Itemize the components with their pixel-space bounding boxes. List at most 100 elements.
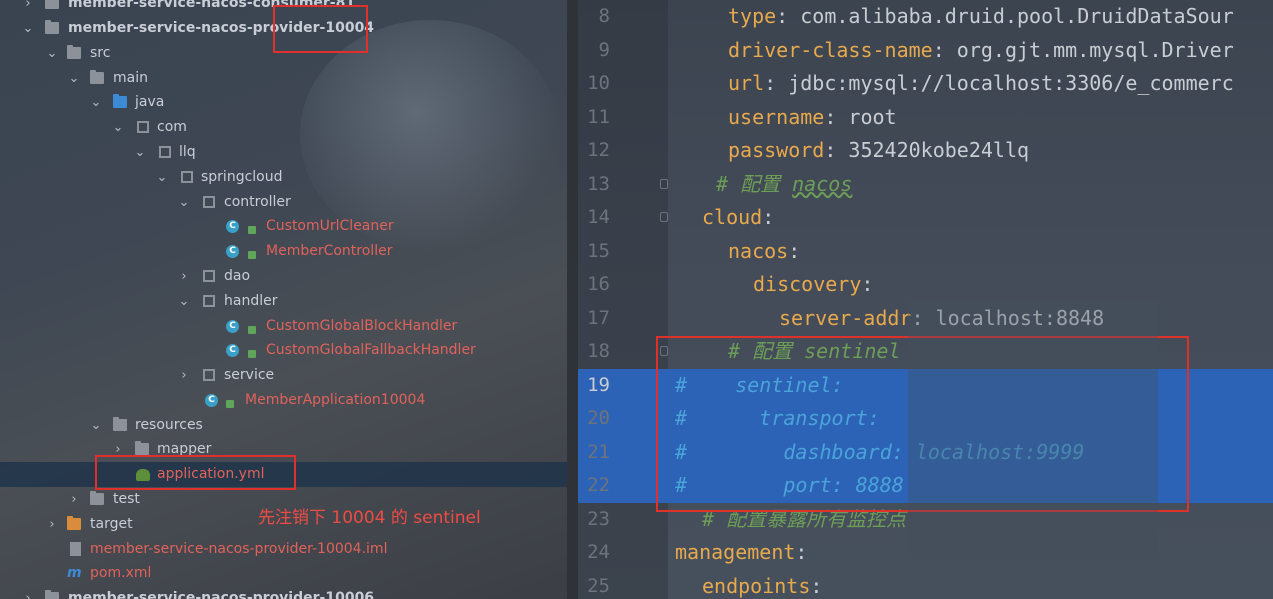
chevron-down-icon[interactable]: ⌄	[90, 90, 102, 115]
yaml-value: com.alibaba.druid.pool.DruidDataSour	[800, 4, 1234, 28]
pane-splitter[interactable]	[567, 0, 578, 599]
tree-item-label: service	[224, 367, 275, 383]
yaml-key: endpoints	[702, 573, 811, 598]
editor-line[interactable]: 8 type: com.alibaba.druid.pool.DruidData…	[578, 0, 1273, 34]
module-folder-icon	[45, 0, 59, 9]
tree-item-java[interactable]: ⌄ java	[0, 90, 578, 115]
package-icon	[203, 295, 215, 307]
tree-item-label: member-service-nacos-provider-10006	[68, 590, 375, 599]
chevron-down-icon[interactable]: ⌄	[134, 140, 146, 165]
yaml-key: driver-class-name	[728, 37, 933, 62]
line-number: 17	[587, 306, 610, 329]
tree-item-label: member-service-nacos-provider-10004.iml	[90, 541, 388, 557]
line-number: 13	[587, 172, 610, 195]
chevron-down-icon[interactable]: ⌄	[178, 190, 190, 215]
tree-item-pom-xml[interactable]: m pom.xml	[0, 561, 578, 586]
java-class-icon: C	[226, 320, 239, 333]
yaml-value: jdbc:mysql://localhost:3306/e_commerc	[788, 71, 1234, 95]
editor-line[interactable]: 12 password: 352420kobe24llq	[578, 134, 1273, 168]
line-number: 21	[587, 440, 610, 463]
line-number: 8	[598, 5, 610, 27]
tree-item-memberapplication10004[interactable]: C MemberApplication10004	[0, 388, 578, 413]
yaml-key: management	[675, 540, 796, 564]
tree-item-label: CustomUrlCleaner	[266, 218, 394, 234]
resources-folder-icon	[113, 417, 127, 431]
folder-icon	[67, 45, 81, 59]
module-folder-icon	[45, 20, 59, 34]
editor-line[interactable]: 24 management:	[578, 536, 1273, 570]
tree-item-iml[interactable]: member-service-nacos-provider-10004.iml	[0, 537, 578, 562]
yaml-key: discovery	[753, 272, 862, 296]
chevron-right-icon[interactable]: ›	[46, 512, 58, 537]
chevron-right-icon[interactable]: ›	[22, 586, 34, 599]
editor-line[interactable]: 16 discovery:	[578, 268, 1273, 302]
code-editor[interactable]: 8 type: com.alibaba.druid.pool.DruidData…	[578, 0, 1273, 599]
editor-line[interactable]: 10 url: jdbc:mysql://localhost:3306/e_co…	[578, 67, 1273, 101]
chevron-down-icon[interactable]: ⌄	[46, 41, 58, 66]
tree-item-membercontroller[interactable]: C MemberController	[0, 239, 578, 264]
tree-item-customurlcleaner[interactable]: C CustomUrlCleaner	[0, 214, 578, 239]
tree-item-dao[interactable]: › dao	[0, 264, 578, 289]
yaml-key: username	[728, 104, 825, 129]
chevron-right-icon[interactable]: ›	[178, 363, 190, 388]
tree-item-label: MemberController	[266, 243, 393, 259]
chevron-down-icon[interactable]: ⌄	[68, 66, 80, 91]
yaml-key: url	[728, 71, 765, 95]
tree-item-provider-10006[interactable]: › member-service-nacos-provider-10006	[0, 586, 578, 599]
line-number: 22	[587, 474, 610, 496]
package-icon	[203, 196, 215, 208]
yaml-comment-word: nacos	[792, 171, 853, 196]
tree-item-resources[interactable]: ⌄ resources	[0, 413, 578, 438]
folder-icon	[90, 70, 104, 84]
tree-item-label: test	[113, 491, 140, 507]
chevron-right-icon[interactable]: ›	[22, 0, 34, 16]
editor-line[interactable]: 11 username: root	[578, 101, 1273, 135]
line-number: 12	[587, 139, 610, 161]
tree-item-springcloud[interactable]: ⌄ springcloud	[0, 165, 578, 190]
maven-icon: m	[67, 565, 82, 581]
chevron-down-icon[interactable]: ⌄	[22, 16, 34, 41]
line-number: 9	[598, 38, 610, 61]
module-file-icon	[70, 542, 81, 556]
tree-item-label: llq	[179, 144, 196, 160]
lock-icon	[248, 350, 256, 358]
tree-item-controller[interactable]: ⌄ controller	[0, 190, 578, 215]
editor-line[interactable]: 13 # 配置 nacos	[578, 168, 1273, 202]
chevron-down-icon[interactable]: ⌄	[178, 289, 190, 314]
fold-marker-icon[interactable]	[660, 212, 668, 222]
yaml-key: type	[728, 4, 777, 28]
tree-item-customglobalfallbackhandler[interactable]: C CustomGlobalFallbackHandler	[0, 338, 578, 363]
chevron-right-icon[interactable]: ›	[178, 264, 190, 289]
chevron-right-icon[interactable]: ›	[68, 487, 80, 512]
chevron-down-icon[interactable]: ⌄	[112, 115, 124, 140]
fold-marker-icon[interactable]	[660, 178, 668, 189]
tree-item-label: controller	[224, 194, 291, 210]
lock-icon	[248, 226, 256, 234]
yaml-value: root	[848, 104, 897, 129]
editor-line[interactable]: 25 endpoints:	[578, 570, 1273, 599]
package-icon	[159, 146, 171, 158]
tree-item-service[interactable]: › service	[0, 363, 578, 388]
tree-item-handler[interactable]: ⌄ handler	[0, 289, 578, 314]
line-number: 15	[587, 239, 610, 262]
chevron-down-icon[interactable]: ⌄	[90, 413, 102, 438]
yaml-key: password	[728, 138, 825, 162]
tree-item-com[interactable]: ⌄ com	[0, 115, 578, 140]
line-number: 16	[587, 273, 610, 295]
lock-icon	[248, 251, 256, 259]
tree-item-llq[interactable]: ⌄ llq	[0, 140, 578, 165]
spring-boot-class-icon: C	[205, 394, 218, 407]
editor-line[interactable]: 14 cloud:	[578, 201, 1273, 235]
tree-item-customglobalblockhandler[interactable]: C CustomGlobalBlockHandler	[0, 314, 578, 339]
package-icon	[203, 369, 215, 381]
lock-icon	[226, 400, 234, 408]
tree-item-label: java	[135, 94, 165, 110]
line-number: 24	[587, 541, 610, 563]
editor-line[interactable]: 15 nacos:	[578, 235, 1273, 269]
tree-item-main[interactable]: ⌄ main	[0, 66, 578, 91]
chevron-down-icon[interactable]: ⌄	[156, 165, 168, 190]
editor-line[interactable]: 17 server-addr: localhost:8848	[578, 302, 1273, 336]
java-class-icon: C	[226, 220, 239, 233]
editor-line[interactable]: 9 driver-class-name: org.gjt.mm.mysql.Dr…	[578, 34, 1273, 68]
tree-item-label: main	[113, 70, 148, 86]
